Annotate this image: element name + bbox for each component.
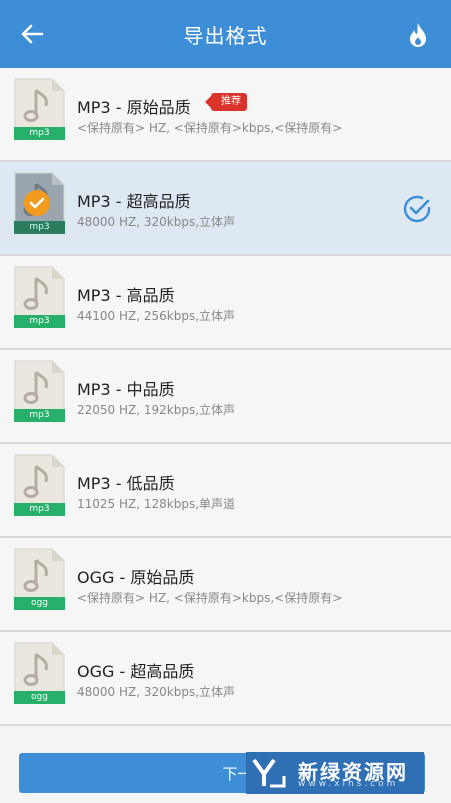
file-extension-tag: mp3: [14, 409, 65, 422]
format-detail: 44100 HZ, 256kbps,立体声: [77, 309, 236, 323]
file-extension-tag: ogg: [14, 691, 65, 704]
format-detail: 11025 HZ, 128kbps,单声道: [77, 497, 236, 511]
flame-icon[interactable]: [407, 22, 429, 48]
file-extension-tag: mp3: [14, 503, 65, 516]
file-extension-tag: ogg: [14, 597, 65, 610]
format-name: MP3 - 原始品质: [77, 98, 191, 117]
file-extension-tag: mp3: [14, 315, 65, 328]
format-detail: 48000 HZ, 320kbps,立体声: [77, 215, 236, 229]
app-header: 导出格式: [0, 0, 451, 68]
watermark: 新绿资源网 www.xlhs.com: [246, 752, 424, 794]
format-item[interactable]: mp3 MP3 - 高品质 44100 HZ, 256kbps,立体声: [0, 256, 451, 350]
format-detail: 22050 HZ, 192kbps,立体声: [77, 403, 236, 417]
recommended-badge: 推荐: [205, 93, 247, 111]
audio-file-icon: ogg: [14, 548, 65, 610]
audio-file-icon: mp3: [14, 360, 65, 422]
check-circle-icon: [403, 195, 431, 223]
audio-file-icon: mp3: [14, 454, 65, 516]
format-item[interactable]: mp3 MP3 - 中品质 22050 HZ, 192kbps,立体声: [0, 350, 451, 444]
format-item[interactable]: ogg OGG - 超高品质 48000 HZ, 320kbps,立体声: [0, 632, 451, 726]
format-detail: 48000 HZ, 320kbps,立体声: [77, 685, 236, 699]
format-item[interactable]: ogg OGG - 原始品质 <保持原有> HZ, <保持原有>kbps,<保持原有…: [0, 538, 451, 632]
audio-file-icon: mp3: [14, 266, 65, 328]
file-extension-tag: mp3: [14, 221, 65, 234]
selected-check-badge-icon: [24, 190, 50, 216]
file-extension-tag: mp3: [14, 127, 65, 140]
watermark-url: www.xlhs.com: [298, 779, 399, 789]
page-title: 导出格式: [183, 24, 268, 48]
format-name: MP3 - 高品质: [77, 286, 175, 305]
format-list: mp3 MP3 - 原始品质 <保持原有> HZ, <保持原有>kbps,<保持原有…: [0, 68, 451, 726]
format-name: MP3 - 中品质: [77, 380, 175, 399]
format-item[interactable]: mp3 MP3 - 超高品质 48000 HZ, 320kbps,立体声: [0, 162, 451, 256]
format-name: OGG - 超高品质: [77, 662, 195, 681]
format-name: MP3 - 低品质: [77, 474, 175, 493]
format-name: MP3 - 超高品质: [77, 192, 191, 211]
format-detail: <保持原有> HZ, <保持原有>kbps,<保持原有>: [77, 591, 343, 605]
watermark-logo-icon: [252, 758, 286, 788]
format-detail: <保持原有> HZ, <保持原有>kbps,<保持原有>: [77, 121, 343, 135]
format-item[interactable]: mp3 MP3 - 原始品质 <保持原有> HZ, <保持原有>kbps,<保持原有…: [0, 68, 451, 162]
format-name: OGG - 原始品质: [77, 568, 195, 587]
audio-file-icon: ogg: [14, 642, 65, 704]
format-item[interactable]: mp3 MP3 - 低品质 11025 HZ, 128kbps,单声道: [0, 444, 451, 538]
audio-file-icon: mp3: [14, 172, 65, 234]
audio-file-icon: mp3: [14, 78, 65, 140]
